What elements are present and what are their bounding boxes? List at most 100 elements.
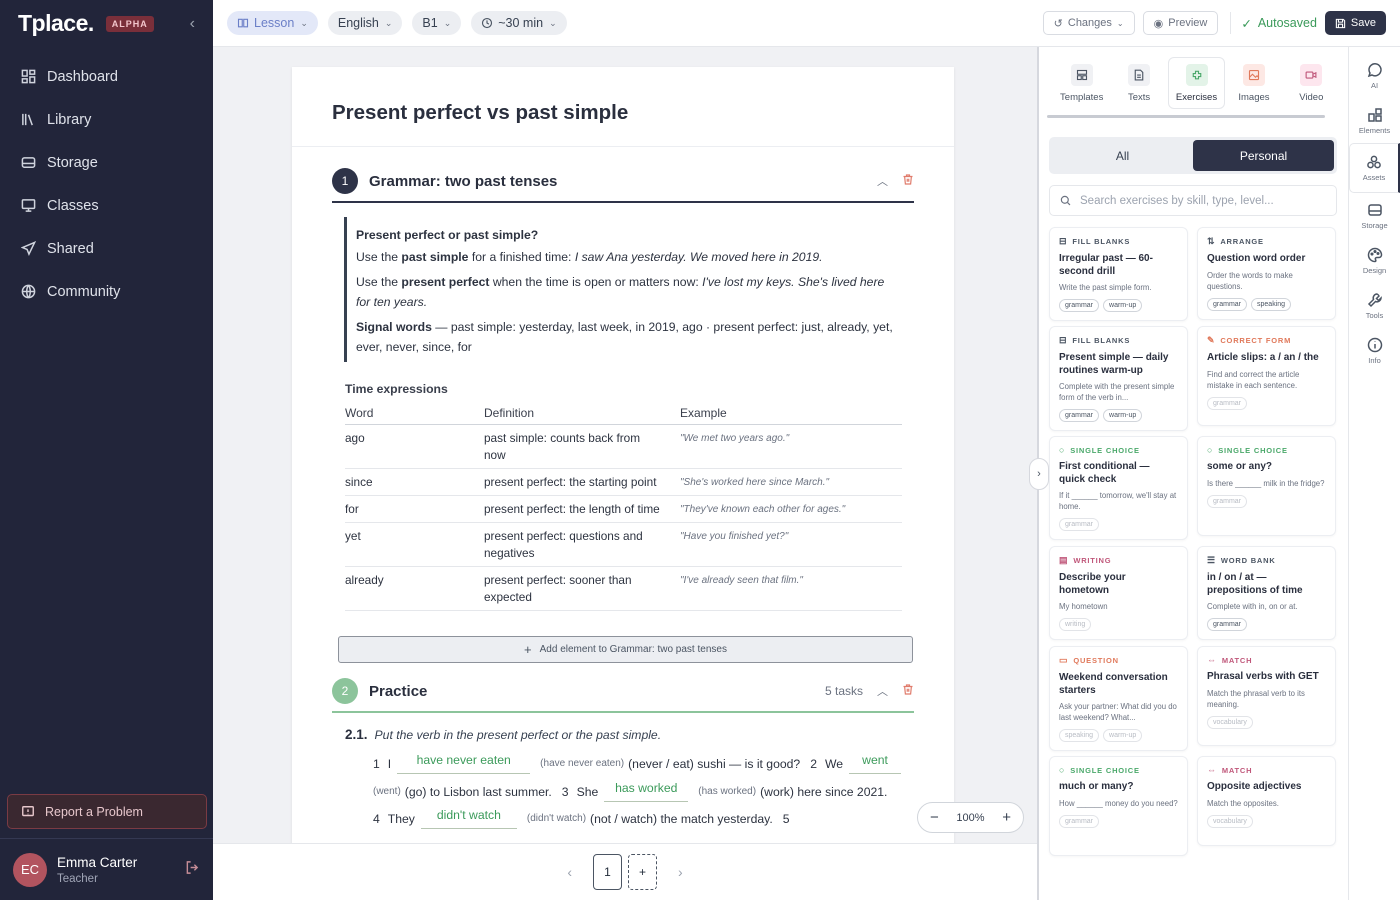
prev-page-icon[interactable]: ‹: [567, 864, 572, 880]
exercise-title: Phrasal verbs with GET: [1207, 671, 1319, 682]
exercise-title: Irregular past — 60-second drill: [1059, 253, 1153, 277]
nav-item-shared[interactable]: Shared: [0, 227, 213, 270]
section-header-1[interactable]: 1 Grammar: two past tenses ︿: [332, 168, 914, 194]
exercise-search[interactable]: Search exercises by skill, type, level..…: [1049, 185, 1337, 216]
zoom-in-button[interactable]: +: [1002, 809, 1011, 826]
tab-templates[interactable]: Templates: [1053, 57, 1110, 109]
tag[interactable]: grammar: [1207, 297, 1248, 311]
exercise-card[interactable]: ✎ CORRECT FORM Article slips: a / an / th…: [1197, 326, 1336, 426]
add-page-button[interactable]: +: [628, 854, 657, 890]
chevron-up-icon[interactable]: ︿: [877, 683, 888, 699]
exercise-card[interactable]: ▭ QUESTION Weekend conversation starters …: [1049, 646, 1188, 751]
exercise-card[interactable]: ⇅ ARRANGE Question word order Order the w…: [1197, 227, 1336, 320]
tag[interactable]: warm-up: [1103, 729, 1143, 742]
exercise-type-icon: ○: [1059, 445, 1066, 455]
section-title[interactable]: Practice: [369, 683, 427, 700]
chevron-up-icon[interactable]: ︿: [877, 173, 888, 189]
rail-assets[interactable]: Assets: [1349, 143, 1400, 193]
tab-texts[interactable]: Texts: [1110, 57, 1167, 109]
exercise-card[interactable]: ○ SINGLE CHOICE much or many? How ______ …: [1049, 756, 1188, 856]
grammar-callout[interactable]: Present perfect or past simple? Use the …: [344, 217, 894, 362]
tag[interactable]: grammar: [1059, 409, 1100, 422]
zoom-out-button[interactable]: −: [930, 809, 939, 826]
rail-storage[interactable]: Storage: [1349, 193, 1400, 238]
logout-icon[interactable]: [185, 860, 200, 880]
trash-icon[interactable]: [902, 683, 914, 699]
answer-gap[interactable]: didn't watch: [420, 808, 517, 829]
add-element-button[interactable]: + Add element to Grammar: two past tenses: [338, 636, 913, 663]
collapse-sidebar-icon[interactable]: ‹: [190, 15, 195, 33]
tag[interactable]: grammar: [1207, 396, 1248, 410]
exercise-type: ⇔ MATCH: [1207, 655, 1253, 665]
tag[interactable]: vocabulary: [1207, 814, 1253, 828]
tag[interactable]: grammar: [1207, 494, 1248, 508]
changes-button[interactable]: ↺ Changes ⌄: [1042, 11, 1135, 35]
scope-personal-button[interactable]: Personal: [1193, 140, 1334, 171]
logo[interactable]: Tplace.: [18, 10, 94, 37]
tag[interactable]: grammar: [1207, 618, 1248, 631]
answer-gap[interactable]: have never eaten: [397, 753, 531, 774]
page-thumb[interactable]: 1: [593, 854, 622, 890]
next-page-icon[interactable]: ›: [678, 864, 683, 880]
rail-design[interactable]: Design: [1349, 238, 1400, 283]
exercise-card[interactable]: ⊟ FILL BLANKS Irregular past — 60-second …: [1049, 227, 1188, 321]
trash-icon[interactable]: [902, 173, 914, 189]
tabs-scrollbar[interactable]: [1047, 115, 1325, 118]
exercise-card[interactable]: ▤ WRITING Describe your hometown My homet…: [1049, 546, 1188, 640]
cell-example: "Have you finished yet?": [680, 522, 902, 567]
tag[interactable]: speaking: [1251, 297, 1292, 311]
nav-item-community[interactable]: Community: [0, 270, 213, 313]
exercise-card[interactable]: ⇔ MATCH Phrasal verbs with GET Match the …: [1197, 646, 1336, 746]
nav-item-classes[interactable]: Classes: [0, 184, 213, 227]
rail-info[interactable]: Info: [1349, 328, 1400, 373]
nav-item-library[interactable]: Library: [0, 98, 213, 141]
report-problem-button[interactable]: Report a Problem: [7, 794, 207, 829]
exercise-card[interactable]: ○ SINGLE CHOICE First conditional — quick…: [1049, 436, 1188, 540]
avatar[interactable]: EC: [13, 852, 47, 887]
section-title[interactable]: Grammar: two past tenses: [369, 173, 557, 190]
answer-gap[interactable]: has worked: [604, 781, 689, 802]
tag-list: grammar warm-up: [1059, 299, 1178, 312]
cell-definition: present perfect: sooner than expected: [484, 566, 680, 611]
preview-button[interactable]: ◉ Preview: [1142, 11, 1219, 35]
language-select[interactable]: English ⌄: [327, 11, 403, 35]
exercise-card[interactable]: ⊟ FILL BLANKS Present simple — daily rout…: [1049, 326, 1188, 431]
exercise-card[interactable]: ☰ WORD BANK in / on / at — prepositions o…: [1197, 546, 1336, 640]
exercise-card[interactable]: ⇔ MATCH Opposite adjectives Match the opp…: [1197, 756, 1336, 846]
collapse-panel-button[interactable]: ›: [1029, 458, 1049, 490]
tag[interactable]: speaking: [1059, 729, 1100, 742]
tab-video[interactable]: Video: [1283, 57, 1340, 109]
exercise-title: much or many?: [1059, 781, 1134, 792]
level-select[interactable]: B1 ⌄: [412, 11, 462, 35]
nav-item-dashboard[interactable]: Dashboard: [0, 55, 213, 98]
exercise-type-icon: ⊟: [1059, 236, 1068, 246]
tab-images[interactable]: Images: [1225, 57, 1282, 109]
answer-gap[interactable]: went: [849, 753, 902, 774]
sidebar: Tplace. ALPHA ‹ Dashboard Library Storag…: [0, 0, 213, 900]
nav-label: Community: [47, 283, 121, 300]
nav-item-storage[interactable]: Storage: [0, 141, 213, 184]
logo-row: Tplace. ALPHA ‹: [0, 0, 213, 47]
section-header-2[interactable]: 2 Practice 5 tasks ︿: [332, 678, 914, 704]
save-button[interactable]: Save: [1324, 11, 1386, 35]
tag[interactable]: warm-up: [1103, 299, 1143, 312]
page-title[interactable]: Present perfect vs past simple: [292, 67, 954, 147]
tag[interactable]: warm-up: [1103, 409, 1143, 422]
tab-exercises[interactable]: Exercises: [1167, 57, 1226, 109]
duration-select[interactable]: ~30 min ⌄: [471, 11, 567, 35]
tag[interactable]: vocabulary: [1207, 715, 1253, 729]
tag[interactable]: grammar: [1059, 814, 1100, 828]
rail-elements[interactable]: Elements: [1349, 98, 1400, 143]
tag[interactable]: writing: [1059, 618, 1092, 631]
tag[interactable]: grammar: [1059, 518, 1100, 531]
rail-ai[interactable]: AI: [1349, 53, 1400, 98]
rail-tools[interactable]: Tools: [1349, 283, 1400, 328]
exercise-card[interactable]: ○ SINGLE CHOICE some or any? Is there ___…: [1197, 436, 1336, 536]
lesson-type-select[interactable]: Lesson ⌄: [227, 11, 318, 35]
table-title: Time expressions: [345, 382, 448, 396]
search-input[interactable]: Search exercises by skill, type, level..…: [1080, 195, 1274, 207]
scope-all-button[interactable]: All: [1052, 140, 1193, 171]
rail-label: Info: [1368, 355, 1381, 365]
tag[interactable]: grammar: [1059, 299, 1100, 312]
time-expressions-table[interactable]: Word Definition Example ago past simple: …: [345, 402, 902, 611]
